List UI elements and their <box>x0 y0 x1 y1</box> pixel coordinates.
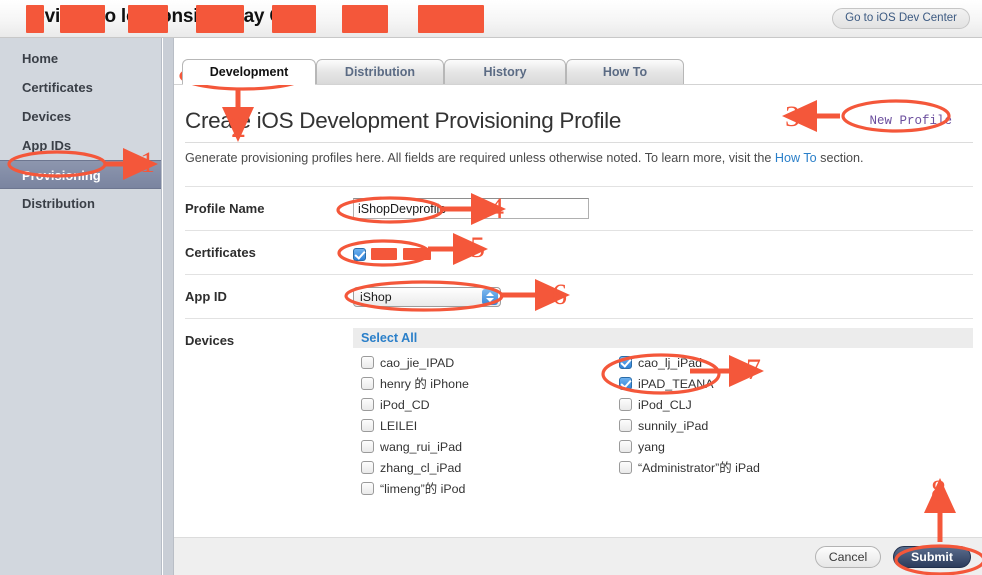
devices-panel: Select All cao_jie_IPAD henry 的 iPhone i… <box>353 328 973 498</box>
redaction-box <box>272 5 316 33</box>
device-label: iPAD_TEANA <box>638 377 714 391</box>
redaction-box <box>26 5 44 33</box>
device-item[interactable]: LEILEI <box>361 416 469 437</box>
redaction-box <box>371 248 397 260</box>
device-label: cao_lj_iPad <box>638 356 703 370</box>
form-row-certificates: Certificates <box>185 230 973 274</box>
form-row-profile-name: Profile Name <box>185 186 973 230</box>
form-row-app-id: App ID iShop <box>185 274 973 318</box>
submit-button[interactable]: Submit <box>893 546 971 568</box>
top-header-bar: rovis n Po lorv onsi & te ay C Go to iOS… <box>0 0 982 38</box>
device-label: LEILEI <box>380 419 418 433</box>
device-column-right: cao_lj_iPad iPAD_TEANA iPod_CLJ sunnily_… <box>619 353 760 479</box>
sidebar-item-label: Provisioning <box>22 168 101 183</box>
sidebar-item-devices[interactable]: Devices <box>0 102 161 131</box>
sidebar-content-gutter <box>163 38 173 575</box>
sidebar-item-label: Home <box>22 51 59 66</box>
device-column-left: cao_jie_IPAD henry 的 iPhone iPod_CD LEIL… <box>361 353 469 500</box>
device-checkbox[interactable] <box>619 440 632 453</box>
device-label: “Administrator”的 iPad <box>638 461 760 475</box>
device-checkbox[interactable] <box>361 482 374 495</box>
app-id-label: App ID <box>185 289 227 304</box>
tab-distribution[interactable]: Distribution <box>316 59 444 85</box>
title-divider <box>185 142 973 143</box>
device-item[interactable]: iPAD_TEANA <box>619 374 760 395</box>
go-to-ios-dev-center-button[interactable]: Go to iOS Dev Center <box>832 8 970 29</box>
how-to-link[interactable]: How To <box>775 151 817 165</box>
device-item[interactable]: henry 的 iPhone <box>361 374 469 395</box>
app-window: rovis n Po lorv onsi & te ay C Go to iOS… <box>0 0 982 575</box>
device-checkbox[interactable] <box>361 356 374 369</box>
sidebar-item-distribution[interactable]: Distribution <box>0 189 161 218</box>
device-checkbox[interactable] <box>361 461 374 474</box>
sidebar-item-home[interactable]: Home <box>0 44 161 73</box>
intro-text-after: section. <box>816 151 864 165</box>
device-label: cao_jie_IPAD <box>380 356 455 370</box>
app-id-selected-value: iShop <box>360 290 392 304</box>
redaction-box <box>196 5 244 33</box>
sidebar-item-label: Devices <box>22 109 72 124</box>
sidebar: Home Certificates Devices App IDs Provis… <box>0 38 162 575</box>
tab-development[interactable]: Development <box>182 59 316 85</box>
devices-label: Devices <box>185 333 235 348</box>
device-item[interactable]: yang <box>619 437 760 458</box>
device-label: iPod_CLJ <box>638 398 692 412</box>
intro-text-before: Generate provisioning profiles here. All… <box>185 151 775 165</box>
sidebar-item-label: App IDs <box>22 138 72 153</box>
device-label: sunnily_iPad <box>638 419 709 433</box>
cancel-button[interactable]: Cancel <box>815 546 881 568</box>
device-checkbox[interactable] <box>619 461 632 474</box>
device-label: yang <box>638 440 665 454</box>
sidebar-item-label: Certificates <box>22 80 93 95</box>
device-item[interactable]: “Administrator”的 iPad <box>619 458 760 479</box>
app-id-select[interactable]: iShop <box>353 287 501 307</box>
device-label: “limeng”的 iPod <box>380 482 466 496</box>
tab-history[interactable]: History <box>444 59 566 85</box>
device-item[interactable]: cao_jie_IPAD <box>361 353 469 374</box>
chevron-up-down-icon[interactable] <box>482 289 498 305</box>
page-title: Create iOS Development Provisioning Prof… <box>185 108 622 133</box>
device-item[interactable]: “limeng”的 iPod <box>361 479 469 500</box>
tab-bar: Development Distribution History How To <box>174 59 982 86</box>
device-label: henry 的 iPhone <box>380 377 469 391</box>
redaction-box <box>128 5 168 33</box>
tab-how-to[interactable]: How To <box>566 59 684 85</box>
new-profile-link[interactable]: New Profile <box>869 114 952 128</box>
profile-name-label: Profile Name <box>185 201 265 216</box>
device-item[interactable]: wang_rui_iPad <box>361 437 469 458</box>
form-row-devices: Devices Select All cao_jie_IPAD henry 的 … <box>185 318 973 530</box>
content-panel: Development Distribution History How To … <box>173 38 982 575</box>
sidebar-item-certificates[interactable]: Certificates <box>0 73 161 102</box>
select-all-link[interactable]: Select All <box>353 328 973 348</box>
device-item[interactable]: iPod_CLJ <box>619 395 760 416</box>
device-item[interactable]: zhang_cl_iPad <box>361 458 469 479</box>
redaction-box <box>342 5 388 33</box>
device-checkbox[interactable] <box>619 398 632 411</box>
device-checkbox-group: cao_jie_IPAD henry 的 iPhone iPod_CD LEIL… <box>353 348 973 498</box>
device-checkbox[interactable] <box>361 419 374 432</box>
sidebar-item-app-ids[interactable]: App IDs <box>0 131 161 160</box>
sidebar-item-provisioning[interactable]: Provisioning <box>0 160 161 189</box>
redaction-box <box>60 5 105 33</box>
device-checkbox[interactable] <box>361 440 374 453</box>
device-checkbox[interactable] <box>619 419 632 432</box>
device-checkbox[interactable] <box>619 377 632 390</box>
device-item[interactable]: sunnily_iPad <box>619 416 760 437</box>
certificate-checkbox[interactable] <box>353 248 366 261</box>
certificates-label: Certificates <box>185 245 256 260</box>
device-label: zhang_cl_iPad <box>380 461 462 475</box>
device-item[interactable]: iPod_CD <box>361 395 469 416</box>
device-checkbox[interactable] <box>361 398 374 411</box>
sidebar-item-label: Distribution <box>22 196 95 211</box>
redaction-box <box>418 5 484 33</box>
device-label: wang_rui_iPad <box>380 440 462 454</box>
intro-text: Generate provisioning profiles here. All… <box>185 151 864 165</box>
device-label: iPod_CD <box>380 398 430 412</box>
device-checkbox[interactable] <box>361 377 374 390</box>
redaction-box <box>403 248 431 260</box>
form-footer: Cancel Submit <box>174 537 982 575</box>
device-checkbox[interactable] <box>619 356 632 369</box>
profile-name-input[interactable] <box>353 198 589 219</box>
device-item[interactable]: cao_lj_iPad <box>619 353 760 374</box>
